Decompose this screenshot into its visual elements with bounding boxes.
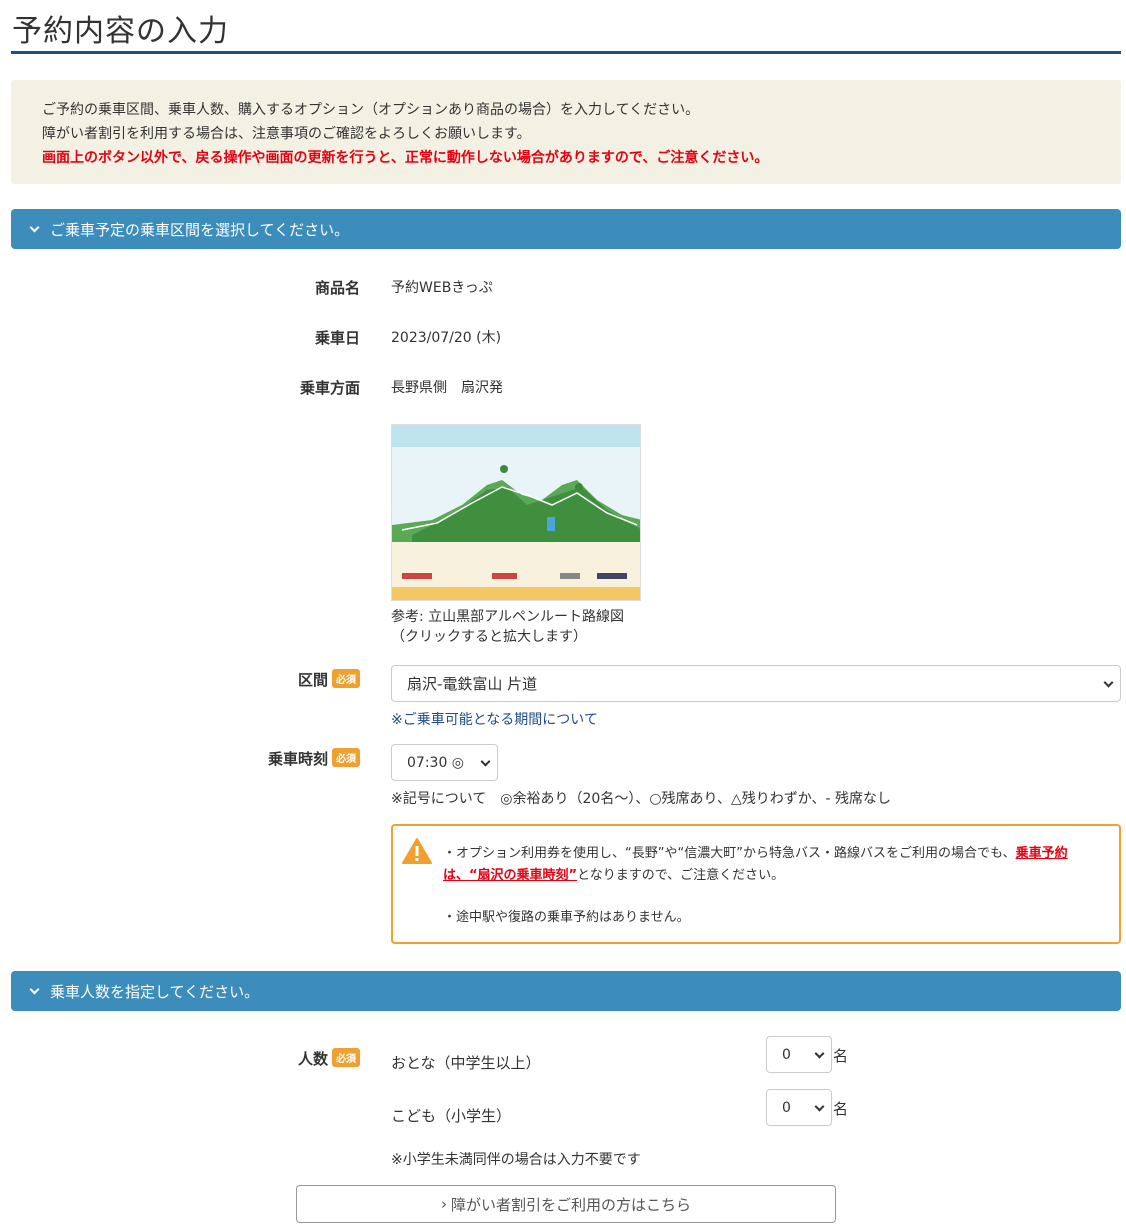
route-map-image[interactable] xyxy=(391,424,641,601)
alert-line-1-suffix: となりますので、ご注意ください。 xyxy=(577,868,785,883)
notice-line-1: ご予約の乗車区間、乗車人数、購入するオプション（オプションあり商品の場合）を入力… xyxy=(42,102,700,118)
title-divider xyxy=(11,51,1121,54)
count-label-text: 人数 xyxy=(297,1050,328,1068)
section-header-route[interactable]: ご乗車予定の乗車区間を選択してください。 xyxy=(11,209,1121,249)
product-label: 商品名 xyxy=(314,279,360,297)
route-map-caption-line-1: 参考: 立山黒部アルペンルート路線図 xyxy=(391,609,625,625)
route-section-selected: 扇沢-電鉄富山 片道 xyxy=(407,675,538,693)
chevron-down-icon xyxy=(1103,677,1114,688)
page-title: 予約内容の入力 xyxy=(12,14,229,49)
adult-unit: 名 xyxy=(833,1047,849,1065)
route-map-caption-line-2: （クリックすると拡大します） xyxy=(391,629,587,645)
adult-count-selected: 0 xyxy=(782,1046,791,1063)
disability-discount-label: 障がい者割引をご利用の方はこちら xyxy=(450,1195,691,1214)
time-field-label: 乗車時刻 必須 xyxy=(268,748,360,769)
chevron-down-icon xyxy=(480,756,491,767)
route-map-caption: 参考: 立山黒部アルペンルート路線図 （クリックすると拡大します） xyxy=(391,607,624,647)
required-badge: 必須 xyxy=(332,669,360,688)
infant-note: ※小学生未満同伴の場合は入力不要です xyxy=(391,1152,641,1168)
option-alert: ・オプション利用券を使用し、“長野”や“信濃大町”から特急バス・路線バスをご利用… xyxy=(391,824,1121,944)
date-label: 乗車日 xyxy=(314,329,360,347)
chevron-down-icon xyxy=(29,984,40,994)
required-badge: 必須 xyxy=(332,748,360,767)
child-count-select[interactable]: 0 xyxy=(766,1089,832,1126)
alert-line-2: ・途中駅や復路の乗車予約はありません。 xyxy=(443,910,690,925)
warning-icon xyxy=(402,838,432,864)
product-value: 予約WEBきっぷ xyxy=(391,280,493,296)
time-label-text: 乗車時刻 xyxy=(267,750,328,768)
direction-label: 乗車方面 xyxy=(299,379,360,397)
chevron-down-icon xyxy=(29,222,40,232)
notice-line-2: 障がい者割引を利用する場合は、注意事項のご確認をよろしくお願いします。 xyxy=(42,126,531,142)
section-label-text: 区間 xyxy=(297,671,328,689)
adult-count-select[interactable]: 0 xyxy=(766,1036,832,1073)
required-badge: 必須 xyxy=(332,1048,360,1067)
departure-time-selected: 07:30 ◎ xyxy=(407,754,465,771)
departure-time-select[interactable]: 07:30 ◎ xyxy=(391,744,498,781)
direction-value: 長野県側 扇沢発 xyxy=(391,380,503,396)
date-value: 2023/07/20 (木) xyxy=(391,330,502,346)
route-section-select[interactable]: 扇沢-電鉄富山 片道 xyxy=(391,665,1121,702)
availability-legend: ※記号について ◎余裕あり（20名～）、○残席あり、△残りわずか、- 残席なし xyxy=(391,791,891,807)
section-header-passengers[interactable]: 乗車人数を指定してください。 xyxy=(11,971,1121,1011)
alert-line-1: ・オプション利用券を使用し、“長野”や“信濃大町”から特急バス・路線バスをご利用… xyxy=(443,843,1103,887)
child-unit: 名 xyxy=(833,1100,849,1118)
section-title-passengers: 乗車人数を指定してください。 xyxy=(50,982,260,1001)
disability-discount-button[interactable]: › 障がい者割引をご利用の方はこちら xyxy=(296,1185,836,1223)
chevron-right-icon: › xyxy=(440,1195,447,1213)
alert-line-1-prefix: ・オプション利用券を使用し、“長野”や“信濃大町”から特急バス・路線バスをご利用… xyxy=(443,846,1016,861)
child-count-selected: 0 xyxy=(782,1099,791,1116)
child-label: こども（小学生） xyxy=(391,1107,512,1125)
boarding-period-link[interactable]: ※ご乗車可能となる期間について xyxy=(391,709,598,729)
section-title-route: ご乗車予定の乗車区間を選択してください。 xyxy=(50,220,350,239)
chevron-down-icon xyxy=(814,1048,825,1059)
notice-panel: ご予約の乗車区間、乗車人数、購入するオプション（オプションあり商品の場合）を入力… xyxy=(11,80,1121,184)
chevron-down-icon xyxy=(814,1101,825,1112)
adult-label: おとな（中学生以上） xyxy=(391,1054,541,1072)
notice-warning: 画面上のボタン以外で、戻る操作や画面の更新を行うと、正常に動作しない場合がありま… xyxy=(42,150,769,166)
section-field-label: 区間 必須 xyxy=(298,669,360,690)
count-field-label: 人数 必須 xyxy=(298,1048,360,1069)
